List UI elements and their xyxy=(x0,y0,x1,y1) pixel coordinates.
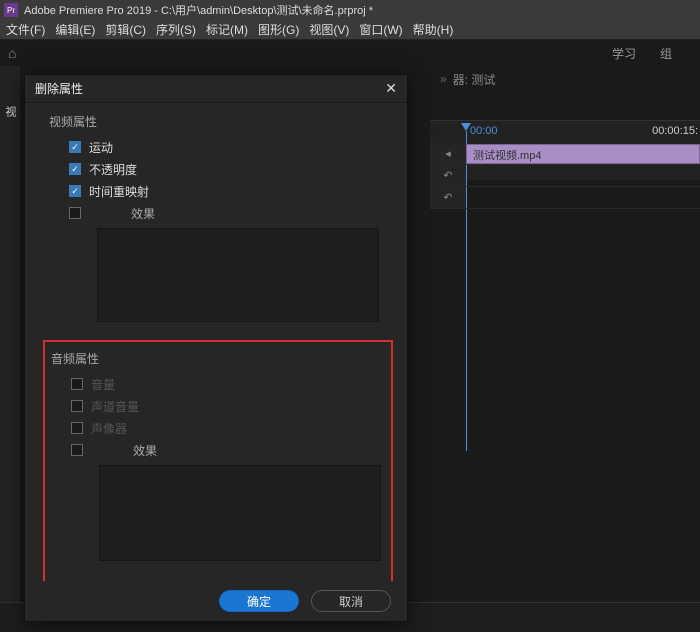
motion-label: 运动 xyxy=(89,139,113,156)
audio-effects-label: 效果 xyxy=(133,442,157,459)
ok-button[interactable]: 确定 xyxy=(219,590,299,612)
menu-graphics[interactable]: 图形(G) xyxy=(258,21,299,38)
time-remap-label: 时间重映射 xyxy=(89,183,149,200)
track-row-video[interactable]: ◂ 测试视频.mp4 xyxy=(430,143,700,165)
main-area: 主 视 » 器: 测试 00:00 00:00:15: ◂ 测试视频.mp4 xyxy=(0,66,700,632)
checkbox-volume[interactable] xyxy=(71,378,83,390)
audio-section-highlight: 音频属性 音量 声道音量 声像器 效果 xyxy=(43,340,393,581)
timecode-start: 00:00 xyxy=(470,125,498,137)
menubar: 文件(F) 编辑(E) 剪辑(C) 序列(S) 标记(M) 图形(G) 视图(V… xyxy=(0,20,700,40)
checkbox-channel-volume[interactable] xyxy=(71,400,83,412)
home-icon[interactable]: ⌂ xyxy=(8,45,16,61)
track-row[interactable]: ↶ xyxy=(430,165,700,187)
titlebar: Pr Adobe Premiere Pro 2019 - C:\用户\admin… xyxy=(0,0,700,20)
dialog-titlebar: 删除属性 ✕ xyxy=(25,75,407,103)
option-volume[interactable]: 音量 xyxy=(51,373,385,395)
checkbox-motion[interactable] xyxy=(69,141,81,153)
playhead-marker-icon xyxy=(461,123,471,131)
window-title: Adobe Premiere Pro 2019 - C:\用户\admin\De… xyxy=(24,2,373,18)
option-video-effects[interactable]: 效果 xyxy=(49,202,383,224)
option-panner[interactable]: 声像器 xyxy=(51,417,385,439)
menu-file[interactable]: 文件(F) xyxy=(6,21,45,38)
checkbox-video-effects[interactable] xyxy=(69,207,81,219)
timeline-panel-label: 器: 测试 xyxy=(453,71,496,88)
timecode-end: 00:00:15: xyxy=(652,125,698,137)
track-controls[interactable]: ◂ xyxy=(430,143,466,164)
option-audio-effects[interactable]: 效果 xyxy=(51,439,385,461)
checkbox-time-remap[interactable] xyxy=(69,185,81,197)
menu-view[interactable]: 视图(V) xyxy=(309,21,349,38)
dialog-title: 删除属性 xyxy=(35,80,83,97)
panner-label: 声像器 xyxy=(91,420,127,437)
cancel-button[interactable]: 取消 xyxy=(311,590,391,612)
workspace-tabbar: ⌂ 学习 组 xyxy=(0,40,700,66)
chevron-right-icon[interactable]: » xyxy=(440,72,447,86)
dialog-footer: 确定 取消 xyxy=(25,581,407,621)
checkbox-panner[interactable] xyxy=(71,422,83,434)
option-time-remap[interactable]: 时间重映射 xyxy=(49,180,383,202)
app-icon: Pr xyxy=(4,3,18,17)
timeline-header: » 器: 测试 xyxy=(430,66,700,92)
channel-volume-label: 声道音量 xyxy=(91,398,139,415)
track-toggle-icon[interactable]: ↶ xyxy=(430,187,466,208)
option-motion[interactable]: 运动 xyxy=(49,136,383,158)
track-row[interactable]: ↶ xyxy=(430,187,700,209)
video-attributes-label: 视频属性 xyxy=(49,113,383,130)
video-effects-listbox[interactable] xyxy=(97,228,379,322)
menu-window[interactable]: 窗口(W) xyxy=(359,21,402,38)
opacity-label: 不透明度 xyxy=(89,161,137,178)
option-opacity[interactable]: 不透明度 xyxy=(49,158,383,180)
playhead[interactable] xyxy=(466,123,471,131)
menu-sequence[interactable]: 序列(S) xyxy=(156,21,196,38)
option-channel-volume[interactable]: 声道音量 xyxy=(51,395,385,417)
checkbox-audio-effects[interactable] xyxy=(71,444,83,456)
volume-label: 音量 xyxy=(91,376,115,393)
checkbox-opacity[interactable] xyxy=(69,163,81,175)
audio-effects-listbox[interactable] xyxy=(99,465,381,561)
menu-help[interactable]: 帮助(H) xyxy=(413,21,454,38)
timeline-panel: » 器: 测试 00:00 00:00:15: ◂ 测试视频.mp4 ↶ ↶ xyxy=(430,66,700,632)
audio-attributes-label: 音频属性 xyxy=(51,350,385,367)
close-icon[interactable]: ✕ xyxy=(385,80,397,97)
left-panel: 主 视 xyxy=(0,66,20,632)
workspace-assembly[interactable]: 组 xyxy=(660,45,672,62)
timeline-clip[interactable]: 测试视频.mp4 xyxy=(466,144,700,164)
menu-edit[interactable]: 编辑(E) xyxy=(55,21,95,38)
track-toggle-icon[interactable]: ↶ xyxy=(430,165,466,186)
video-effects-label: 效果 xyxy=(131,205,155,222)
menu-markers[interactable]: 标记(M) xyxy=(206,21,248,38)
left-label-2: 视 xyxy=(4,106,16,117)
timeline-ruler[interactable]: 00:00 00:00:15: ◂ 测试视频.mp4 ↶ ↶ xyxy=(430,120,700,180)
delete-attributes-dialog: 删除属性 ✕ 视频属性 运动 不透明度 时间重映射 效果 xyxy=(24,74,408,622)
dialog-body: 视频属性 运动 不透明度 时间重映射 效果 音频属性 xyxy=(25,103,407,581)
menu-clip[interactable]: 剪辑(C) xyxy=(105,21,146,38)
workspace-learn[interactable]: 学习 xyxy=(612,45,636,62)
